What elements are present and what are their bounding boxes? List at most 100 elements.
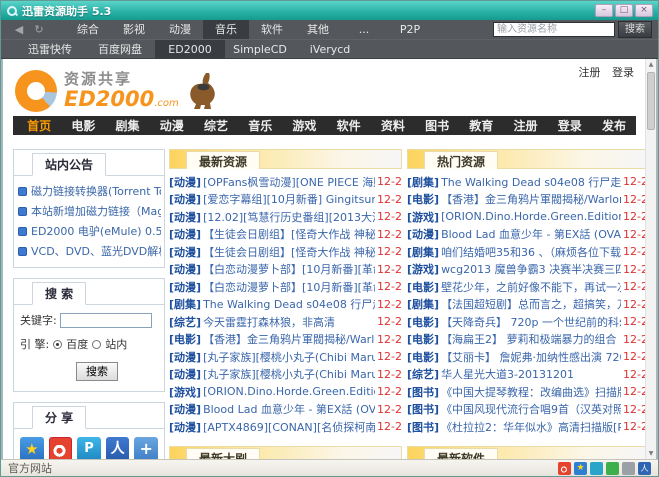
baidu-icon[interactable] (590, 462, 603, 475)
resource-row[interactable]: [综艺] 华人星光大道3-20131201 12-2 (407, 366, 648, 384)
resource-title-link[interactable]: [ORION.Dino.Horde.Green.Edition-ALI213] (441, 210, 621, 223)
resource-row[interactable]: [电影] 壁花少年，之前好像不能下，再试一次，sor 12-2 (407, 278, 648, 296)
resource-row[interactable]: [电影] 【香港】金三角鸦片軍閥揭秘/Warlords of t 12-2 (407, 191, 648, 209)
resource-row[interactable]: [动漫] [爱恋字幕组][10月新番] Gingitsune 银狐 第 12-2 (169, 191, 402, 209)
resource-title-link[interactable]: [丸子家族][樱桃小丸子(Chibi Maruko Chan)] (203, 349, 375, 365)
site-nav-item[interactable]: 电影 (61, 117, 105, 134)
resource-title-link[interactable]: 咱们结婚吧35和36 、（麻烦各位下载留种） (441, 244, 621, 260)
source-tab[interactable]: 迅雷快传 (15, 40, 85, 59)
site-logo[interactable]: 资源共享 ED2000.com (15, 70, 217, 112)
resource-row[interactable]: [动漫] Blood Lad 血意少年 - 第EX話 (OVA) (BD 7 1… (169, 401, 402, 419)
resource-title-link[interactable]: 【生徒会日剧组】[怪奇大作战 神秘档案][0 (203, 244, 375, 260)
site-nav-item[interactable]: 首页 (17, 117, 61, 134)
resource-title-link[interactable]: [OPFans枫雪动漫][ONE PIECE 海贼王][第 (203, 174, 375, 190)
resource-title-link[interactable]: Blood Lad 血意少年 - 第EX話 (OVA) (BD 7 (203, 401, 375, 417)
site-nav-item[interactable]: 音乐 (238, 117, 282, 134)
resource-title-link[interactable]: The Walking Dead s04e08 行尸走肉第四季 (203, 296, 375, 312)
resource-row[interactable]: [动漫] [12.02][笃慧行历史番组][2013大河剧][八重 12-2 (169, 208, 402, 226)
resource-title-link[interactable]: 【白恋动漫萝卜部】[10月新番][革命机Valvr (203, 279, 375, 295)
scroll-up-icon[interactable]: ▲ (646, 59, 656, 70)
resource-row[interactable]: [游戏] [ORION.Dino.Horde.Green.Edition-ALI… (169, 383, 402, 401)
announcement-link[interactable]: VCD、DVD、蓝光DVD解析度... (18, 241, 161, 261)
category-tab[interactable]: 影视 (111, 20, 157, 39)
resource-row[interactable]: [动漫] [APTX4869][CONAN][名侦探柯南 700 逼近 12-2 (169, 418, 402, 436)
resource-row[interactable]: [剧集] 咱们结婚吧35和36 、（麻烦各位下载留种） 12-2 (407, 243, 648, 261)
source-tab[interactable]: 百度网盘 (85, 40, 155, 59)
scroll-down-icon[interactable]: ▼ (646, 448, 656, 459)
category-tab[interactable]: 软件 (249, 20, 295, 39)
resource-row[interactable]: [动漫] 【生徒会日剧组】[怪奇大作战 神秘档案][0 12-2 (169, 226, 402, 244)
resource-title-link[interactable]: 【天降奇兵】 720p 一个世纪前的科幻狂想曲 (441, 314, 621, 330)
resource-title-link[interactable]: 【香港】金三角鸦片軍閥揭秘/Warlords of t (203, 331, 375, 347)
engine-radio-site[interactable] (92, 340, 101, 349)
source-tab[interactable]: ED2000 (155, 40, 225, 59)
site-nav-item[interactable]: 注册 (503, 117, 547, 134)
resource-title-link[interactable]: [丸子家族][樱桃小丸子(Chibi Maruko Chan)] (203, 366, 375, 382)
renren-icon[interactable]: 人 (106, 437, 130, 459)
resource-row[interactable]: [动漫] [丸子家族][樱桃小丸子(Chibi Maruko Chan)] 12… (169, 366, 402, 384)
site-nav-item[interactable]: 资料 (371, 117, 415, 134)
resource-row[interactable]: [动漫] 【白恋动漫萝卜部】[10月新番][革命机Valvr 12-2 (169, 278, 402, 296)
resource-row[interactable]: [剧集] The Walking Dead s04e08 行尸走肉第四季 12-… (407, 173, 648, 191)
douban-icon[interactable] (606, 462, 619, 475)
resource-title-link[interactable]: Blood Lad 血意少年 - 第EX話 (OVA) (BD 7 (441, 226, 621, 242)
site-nav-item[interactable]: 软件 (327, 117, 371, 134)
resource-title-link[interactable]: [ORION.Dino.Horde.Green.Edition-ALI213] (203, 385, 375, 398)
announcement-link[interactable]: ED2000 电驴(eMule) 0.50a 提... (18, 221, 161, 241)
resource-row[interactable]: [电影] 【艾丽卡】 詹妮弗·加纳性感出演 720p 12-2 (407, 348, 648, 366)
resource-title-link[interactable]: [12.02][笃慧行历史番组][2013大河剧][八重 (203, 209, 375, 225)
login-link[interactable]: 登录 (612, 66, 634, 79)
baidu-icon[interactable]: P (77, 437, 101, 459)
resource-title-link[interactable]: The Walking Dead s04e08 行尸走肉第四季 (441, 174, 621, 190)
category-tab[interactable]: P2P (387, 20, 433, 39)
engine-radio-baidu[interactable] (53, 340, 62, 349)
resource-row[interactable]: [图书] 《中国大提琴教程：改编曲选》扫描版[PDF] 12-2 (407, 383, 648, 401)
resource-row[interactable]: [电影] 【香港】金三角鸦片軍閥揭秘/Warlords of t 12-2 (169, 331, 402, 349)
resource-row[interactable]: [动漫] [丸子家族][樱桃小丸子(Chibi Maruko Chan)] 12… (169, 348, 402, 366)
site-nav-item[interactable]: 综艺 (194, 117, 238, 134)
site-search-button[interactable]: 搜索 (76, 362, 118, 381)
resource-title-link[interactable]: [爱恋字幕组][10月新番] Gingitsune 银狐 第 (203, 191, 375, 207)
site-nav-item[interactable]: 游戏 (282, 117, 326, 134)
resource-row[interactable]: [图书] 《中国风现代流行合唱9首（汉英对照）》 12-2 (407, 401, 648, 419)
resource-row[interactable]: [动漫] 【白恋动漫萝卜部】[10月新番][革命机Valvr 12-2 (169, 261, 402, 279)
vertical-scrollbar[interactable]: ▲ ▼ (645, 59, 656, 459)
resource-row[interactable]: [图书] 《杜拉拉2：华年似水》高清扫描版[PDF] 12-2 (407, 418, 648, 436)
resource-row[interactable]: [动漫] Blood Lad 血意少年 - 第EX話 (OVA) (BD 7 1… (407, 226, 648, 244)
source-tab[interactable]: iVerycd (295, 40, 365, 59)
more-share-icon[interactable]: + (134, 437, 158, 459)
resource-title-link[interactable]: [APTX4869][CONAN][名侦探柯南 700 逼近 (203, 419, 375, 435)
resource-title-link[interactable]: 《中国风现代流行合唱9首（汉英对照）》 (441, 401, 621, 417)
site-nav-item[interactable]: 发布 (592, 117, 636, 134)
resource-row[interactable]: [动漫] [OPFans枫雪动漫][ONE PIECE 海贼王][第 12-2 (169, 173, 402, 191)
maximize-button[interactable]: □ (615, 4, 633, 17)
category-tab[interactable]: 综合 (65, 20, 111, 39)
minimize-button[interactable]: – (595, 4, 613, 17)
qzone-icon[interactable]: ★ (574, 462, 587, 475)
site-nav-item[interactable]: 动漫 (150, 117, 194, 134)
announcement-link[interactable]: 本站新增加磁力链接（Magnet ... (18, 201, 161, 221)
engine-option-baidu[interactable]: 百度 (66, 336, 88, 352)
refresh-icon[interactable]: ↻ (29, 20, 49, 39)
resource-row[interactable]: [动漫] 【生徒会日剧组】[怪奇大作战 神秘档案][0 12-2 (169, 243, 402, 261)
qzone-icon[interactable]: ★ (20, 437, 44, 459)
renren-icon[interactable]: 人 (638, 462, 651, 475)
register-link[interactable]: 注册 (579, 66, 601, 79)
resource-title-link[interactable]: 【海扁王2】 萝莉和极端暴力的组合 (441, 331, 621, 347)
more-share-icon[interactable] (622, 462, 635, 475)
scrollbar-thumb[interactable] (647, 72, 655, 130)
resource-row[interactable]: [电影] 【海扁王2】 萝莉和极端暴力的组合 12-2 (407, 331, 648, 349)
resource-title-link[interactable]: 【艾丽卡】 詹妮弗·加纳性感出演 720p (441, 349, 621, 365)
resource-title-link[interactable]: 今天雷霆打森林狼，非高清 (203, 314, 375, 330)
resource-row[interactable]: [电影] 【天降奇兵】 720p 一个世纪前的科幻狂想曲 12-2 (407, 313, 648, 331)
resource-row[interactable]: [剧集] The Walking Dead s04e08 行尸走肉第四季 12-… (169, 296, 402, 314)
resource-title-link[interactable]: wcg2013 魔兽争霸3 决赛半决赛三四名比赛 (441, 261, 621, 277)
resource-row[interactable]: [游戏] wcg2013 魔兽争霸3 决赛半决赛三四名比赛 12-2 (407, 261, 648, 279)
resource-title-link[interactable]: 华人星光大道3-20131201 (441, 366, 621, 382)
resource-row[interactable]: [综艺] 今天雷霆打森林狼，非高清 12-2 (169, 313, 402, 331)
resource-title-link[interactable]: 【生徒会日剧组】[怪奇大作战 神秘档案][0 (203, 226, 375, 242)
site-nav-item[interactable]: 教育 (459, 117, 503, 134)
resource-title-link[interactable]: 【法国超短剧】总而言之，超搞笑，万万没 (441, 296, 621, 312)
engine-option-site[interactable]: 站内 (105, 336, 127, 352)
resource-title-link[interactable]: 《杜拉拉2：华年似水》高清扫描版[PDF] (441, 419, 621, 435)
